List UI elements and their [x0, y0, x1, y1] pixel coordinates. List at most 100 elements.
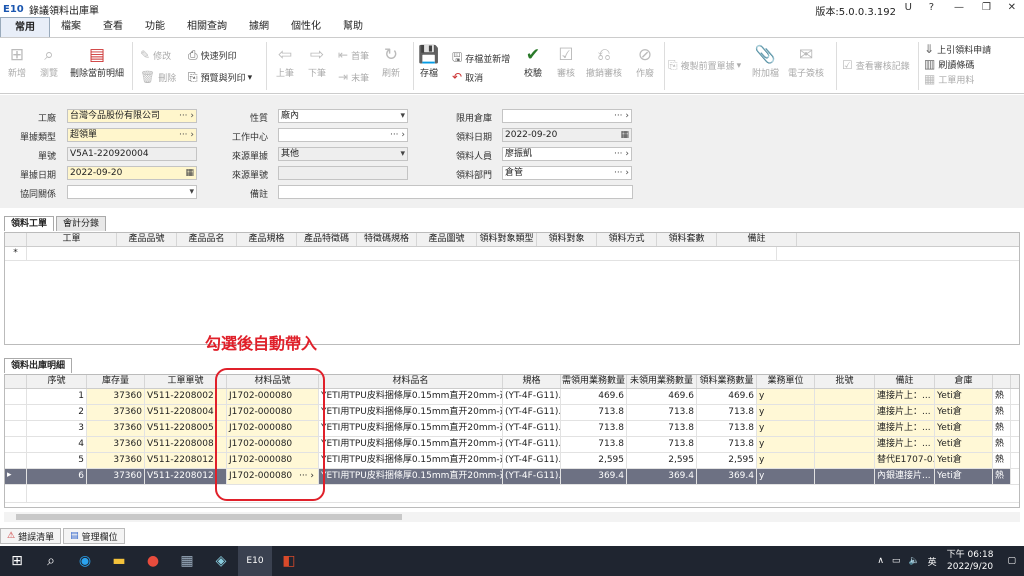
row-indicator[interactable] — [5, 421, 27, 436]
table-cell[interactable]: (YT-4F-G11)... — [503, 405, 561, 420]
batch-fetch-button[interactable]: ▥ 刷讀條碼 — [924, 57, 974, 71]
column-header[interactable]: 倉庫 — [935, 375, 993, 388]
column-header[interactable]: 領料對象 — [537, 233, 597, 246]
table-cell[interactable]: YETI用TPU皮料捆條厚0.15mm直开20mm-透明 — [319, 437, 503, 452]
approve-button[interactable]: ☑ 審核 — [555, 44, 577, 79]
dropdown-icon[interactable]: ▾ — [189, 186, 194, 198]
table-cell[interactable]: 469.6 — [697, 389, 757, 404]
menu-data-net[interactable]: 據網 — [238, 17, 280, 37]
chevron-up-icon[interactable]: ∧ — [877, 556, 884, 566]
table-cell[interactable]: 713.8 — [697, 437, 757, 452]
table-cell[interactable]: YETI用TPU皮料捆條厚0.15mm直开20mm-透明 — [319, 389, 503, 404]
table-cell[interactable]: (YT-4F-G11)... — [503, 389, 561, 404]
table-cell[interactable]: y — [757, 453, 815, 468]
save-button[interactable]: 💾 存檔 — [418, 44, 440, 79]
table-cell[interactable]: 連接片上：... — [875, 405, 935, 420]
table-row[interactable]: 1 37360 V511-2208002 J1702-000080 YETI用TPU皮料… — [5, 389, 1019, 405]
column-header[interactable]: 工單 — [27, 233, 117, 246]
column-header[interactable]: 批號 — [815, 375, 875, 388]
table-cell[interactable]: 2,595 — [697, 453, 757, 468]
calculator-icon[interactable]: ▦ — [170, 546, 204, 576]
lookup-icon[interactable]: ··· › — [390, 129, 405, 141]
table-cell[interactable]: 連接片上：... — [875, 437, 935, 452]
limit-warehouse-field[interactable]: ··· › — [502, 109, 632, 123]
column-header[interactable] — [993, 375, 1011, 388]
network-icon[interactable]: ▭ — [892, 556, 901, 566]
table-cell[interactable]: 1 — [27, 389, 87, 404]
table-row[interactable]: 2 37360 V511-2208004 J1702-000080 YETI用TPU皮料… — [5, 405, 1019, 421]
table-cell[interactable] — [815, 421, 875, 436]
calendar-icon[interactable]: ▦ — [185, 167, 194, 179]
table-cell[interactable] — [815, 453, 875, 468]
table-cell[interactable]: 369.4 — [697, 469, 757, 484]
table-cell[interactable]: Yeti倉 — [935, 389, 993, 404]
column-header[interactable]: 特徵碼規格 — [357, 233, 417, 246]
prev-button[interactable]: ⇦ 上筆 — [274, 44, 296, 79]
row-indicator[interactable] — [5, 437, 27, 452]
esign-button[interactable]: ✉ 電子簽核 — [788, 44, 824, 79]
table-cell[interactable]: 熱 — [993, 405, 1011, 420]
empty-cell[interactable] — [27, 247, 777, 260]
table-cell[interactable]: YETI用TPU皮料捆條厚0.15mm直开20mm-透明 — [319, 453, 503, 468]
table-cell[interactable]: 713.8 — [627, 437, 697, 452]
table-cell[interactable]: 熱 — [993, 389, 1011, 404]
app-icon[interactable]: ◈ — [204, 546, 238, 576]
table-cell[interactable]: Yeti倉 — [935, 469, 993, 484]
work-material-button[interactable]: ▦ 工單用料 — [924, 72, 974, 86]
empty-row[interactable] — [5, 485, 1019, 503]
table-cell[interactable]: 713.8 — [697, 421, 757, 436]
table-cell[interactable]: 713.8 — [561, 405, 627, 420]
column-header[interactable]: 規格 — [503, 375, 561, 388]
table-cell[interactable]: 713.8 — [561, 421, 627, 436]
column-header[interactable]: 領料套數 — [657, 233, 717, 246]
table-cell[interactable]: 連接片上：... — [875, 421, 935, 436]
delete-detail-button[interactable]: ▤ 刪除當前明細 — [70, 44, 124, 79]
minimize-icon[interactable]: — — [954, 2, 964, 13]
e10-taskbar-app[interactable]: E10 — [238, 546, 272, 576]
table-cell[interactable]: y — [757, 389, 815, 404]
cancel-button[interactable]: ↶ 取消 — [452, 70, 483, 84]
column-header[interactable]: 領料業務數量 — [697, 375, 757, 388]
last-button[interactable]: ⇥ 末筆 — [338, 70, 369, 84]
table-cell[interactable]: 5 — [27, 453, 87, 468]
clock[interactable]: 下午 06:18 2022/9/20 — [947, 549, 994, 573]
lookup-icon[interactable]: ··· › — [179, 110, 194, 122]
source-no-field[interactable] — [278, 166, 408, 180]
menu-related-query[interactable]: 相關查詢 — [176, 17, 238, 37]
column-header[interactable]: 材料品名 — [319, 375, 503, 388]
table-cell[interactable]: 6 — [27, 469, 87, 484]
view-audit-button[interactable]: ☑ 查看審核記錄 — [842, 58, 910, 72]
void-button[interactable]: ⊘ 作廢 — [634, 44, 656, 79]
table-cell[interactable]: 2 — [27, 405, 87, 420]
row-indicator[interactable] — [5, 453, 27, 468]
table-cell[interactable]: 369.4 — [627, 469, 697, 484]
menu-personalize[interactable]: 個性化 — [280, 17, 332, 37]
chrome-icon[interactable]: ● — [136, 546, 170, 576]
doc-date-field[interactable]: 2022-09-20 ▦ — [67, 166, 197, 180]
table-cell[interactable]: YETI用TPU皮料捆條厚0.15mm直开20mm-透明 — [319, 405, 503, 420]
table-cell[interactable]: 713.8 — [627, 405, 697, 420]
file-explorer-icon[interactable]: ▬ — [102, 546, 136, 576]
table-cell[interactable]: (YT-4F-G11)... — [503, 437, 561, 452]
lookup-icon[interactable]: ··· › — [179, 129, 194, 141]
factory-field[interactable]: 台灣今品股份有限公司 ··· › — [67, 109, 197, 123]
table-cell[interactable]: 熱 — [993, 421, 1011, 436]
table-cell[interactable]: 3 — [27, 421, 87, 436]
menu-help[interactable]: 幫助 — [332, 17, 374, 37]
browse-button[interactable]: ⌕ 瀏覽 — [38, 44, 60, 79]
column-header[interactable]: 備註 — [717, 233, 797, 246]
collab-field[interactable]: ▾ — [67, 185, 197, 199]
table-cell[interactable]: Yeti倉 — [935, 437, 993, 452]
refresh-button[interactable]: ↻ 刷新 — [380, 44, 402, 79]
table-cell[interactable]: y — [757, 421, 815, 436]
menu-view[interactable]: 查看 — [92, 17, 134, 37]
table-cell[interactable]: y — [757, 405, 815, 420]
scroll-thumb[interactable] — [16, 514, 402, 520]
horizontal-scrollbar[interactable] — [4, 512, 1020, 522]
pull-request-button[interactable]: ⇓ 上引領料申請 — [924, 42, 991, 56]
column-header[interactable]: 產品規格 — [237, 233, 297, 246]
column-header[interactable]: 領料方式 — [597, 233, 657, 246]
table-cell[interactable]: 2,595 — [561, 453, 627, 468]
table-cell[interactable]: 熱 — [993, 437, 1011, 452]
table-cell[interactable] — [815, 405, 875, 420]
